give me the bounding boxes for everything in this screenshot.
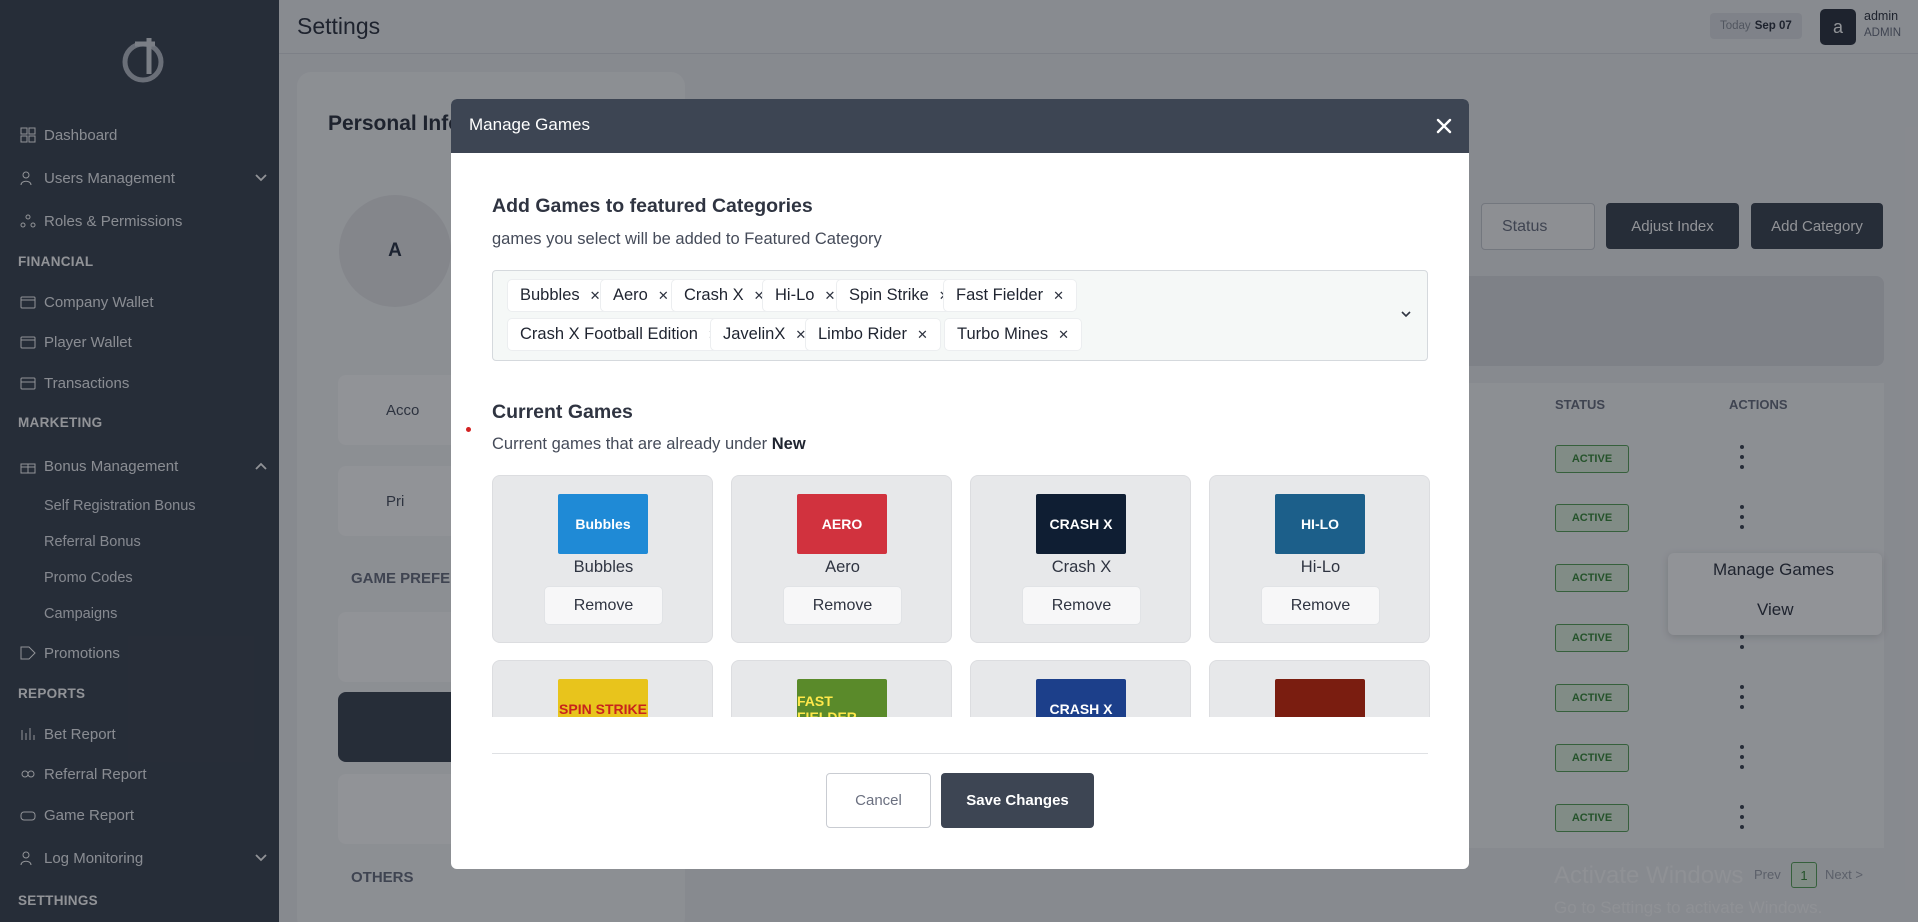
selected-game-chip: Spin Strike✕ [837,280,962,311]
game-thumbnail: FAST FIELDER [797,679,887,717]
chip-label: Crash X Football Edition [520,325,698,343]
selected-game-chip: Crash X Football Edition✕ [508,319,731,350]
remove-chip-icon[interactable]: ✕ [1058,327,1069,343]
modal-header: Manage Games [451,99,1469,153]
game-thumbnail: CRASH X [1036,679,1126,717]
chip-label: JavelinX [723,325,786,343]
selected-game-chip: Crash X ✕ [672,280,777,311]
chip-label: Crash X [684,286,744,304]
remove-game-button[interactable]: Remove [544,586,663,625]
modal-title: Manage Games [469,115,590,134]
remove-chip-icon[interactable]: ✕ [590,288,601,304]
selected-game-chip: Turbo Mines ✕ [945,319,1081,350]
add-games-subtitle: games you select will be added to Featur… [492,230,882,248]
chip-label: Limbo Rider [818,325,907,343]
game-card [1209,660,1430,717]
game-card: FAST FIELDER [731,660,952,717]
manage-games-modal: Manage Games Add Games to featured Categ… [451,99,1469,869]
game-card: SPIN STRIKE [492,660,713,717]
remove-chip-icon[interactable]: ✕ [658,288,669,304]
current-category-name: New [771,435,806,453]
chip-label: Hi-Lo [775,286,815,304]
game-thumbnail: SPIN STRIKE [558,679,648,717]
add-games-heading: Add Games to featured Categories [492,195,813,217]
selected-game-chip: Fast Fielder ✕ [944,280,1077,311]
remove-chip-icon[interactable]: ✕ [824,288,835,304]
game-thumbnail: Bubbles [558,494,648,554]
current-games-grid: Bubbles Bubbles Remove AERO Aero Remove … [492,475,1430,717]
game-card: Bubbles Bubbles Remove [492,475,713,643]
remove-game-button[interactable]: Remove [1022,586,1141,625]
game-card: AERO Aero Remove [731,475,952,643]
game-thumbnail: HI-LO [1275,494,1365,554]
selected-game-chip: Bubbles ✕ [508,280,613,311]
current-games-heading: Current Games [492,401,633,423]
game-thumbnail [1275,679,1365,717]
game-card: CRASH X [970,660,1191,717]
chip-label: Spin Strike [849,286,929,304]
save-changes-button[interactable]: Save Changes [941,773,1094,828]
chip-label: Bubbles [520,286,580,304]
indicator-dot [466,427,471,432]
remove-chip-icon[interactable]: ✕ [917,327,928,343]
remove-game-button[interactable]: Remove [783,586,902,625]
modal-divider [492,753,1428,754]
selected-game-chip: Aero ✕ [601,280,681,311]
chip-label: Turbo Mines [957,325,1049,343]
selected-game-chip: Limbo Rider ✕ [806,319,940,350]
selected-game-chip: Hi-Lo ✕ [763,280,848,311]
remove-chip-icon[interactable]: ✕ [795,327,806,343]
cancel-button[interactable]: Cancel [826,773,931,828]
game-card: CRASH X Crash X Remove [970,475,1191,643]
game-card: HI-LO Hi-Lo Remove [1209,475,1430,643]
current-games-subtitle: Current games that are already under New [492,435,806,454]
selected-game-chip: JavelinX ✕ [711,319,819,350]
chevron-down-icon[interactable] [1399,307,1413,321]
game-name: Hi-Lo [1300,558,1341,576]
game-name: Aero [825,558,860,576]
remove-chip-icon[interactable]: ✕ [1053,288,1064,304]
games-multiselect[interactable]: Bubbles ✕ Aero ✕ Crash X ✕ Hi-Lo ✕ Spin Stri… [492,270,1428,361]
game-name: Crash X [1051,558,1112,576]
game-name: Bubbles [573,558,634,576]
current-games-subtitle-prefix: Current games that are already under [492,435,768,453]
game-thumbnail: AERO [797,494,887,554]
game-thumbnail: CRASH X [1036,494,1126,554]
chip-label: Aero [613,286,648,304]
remove-game-button[interactable]: Remove [1261,586,1380,625]
close-icon[interactable] [1433,115,1455,137]
chip-label: Fast Fielder [956,286,1044,304]
